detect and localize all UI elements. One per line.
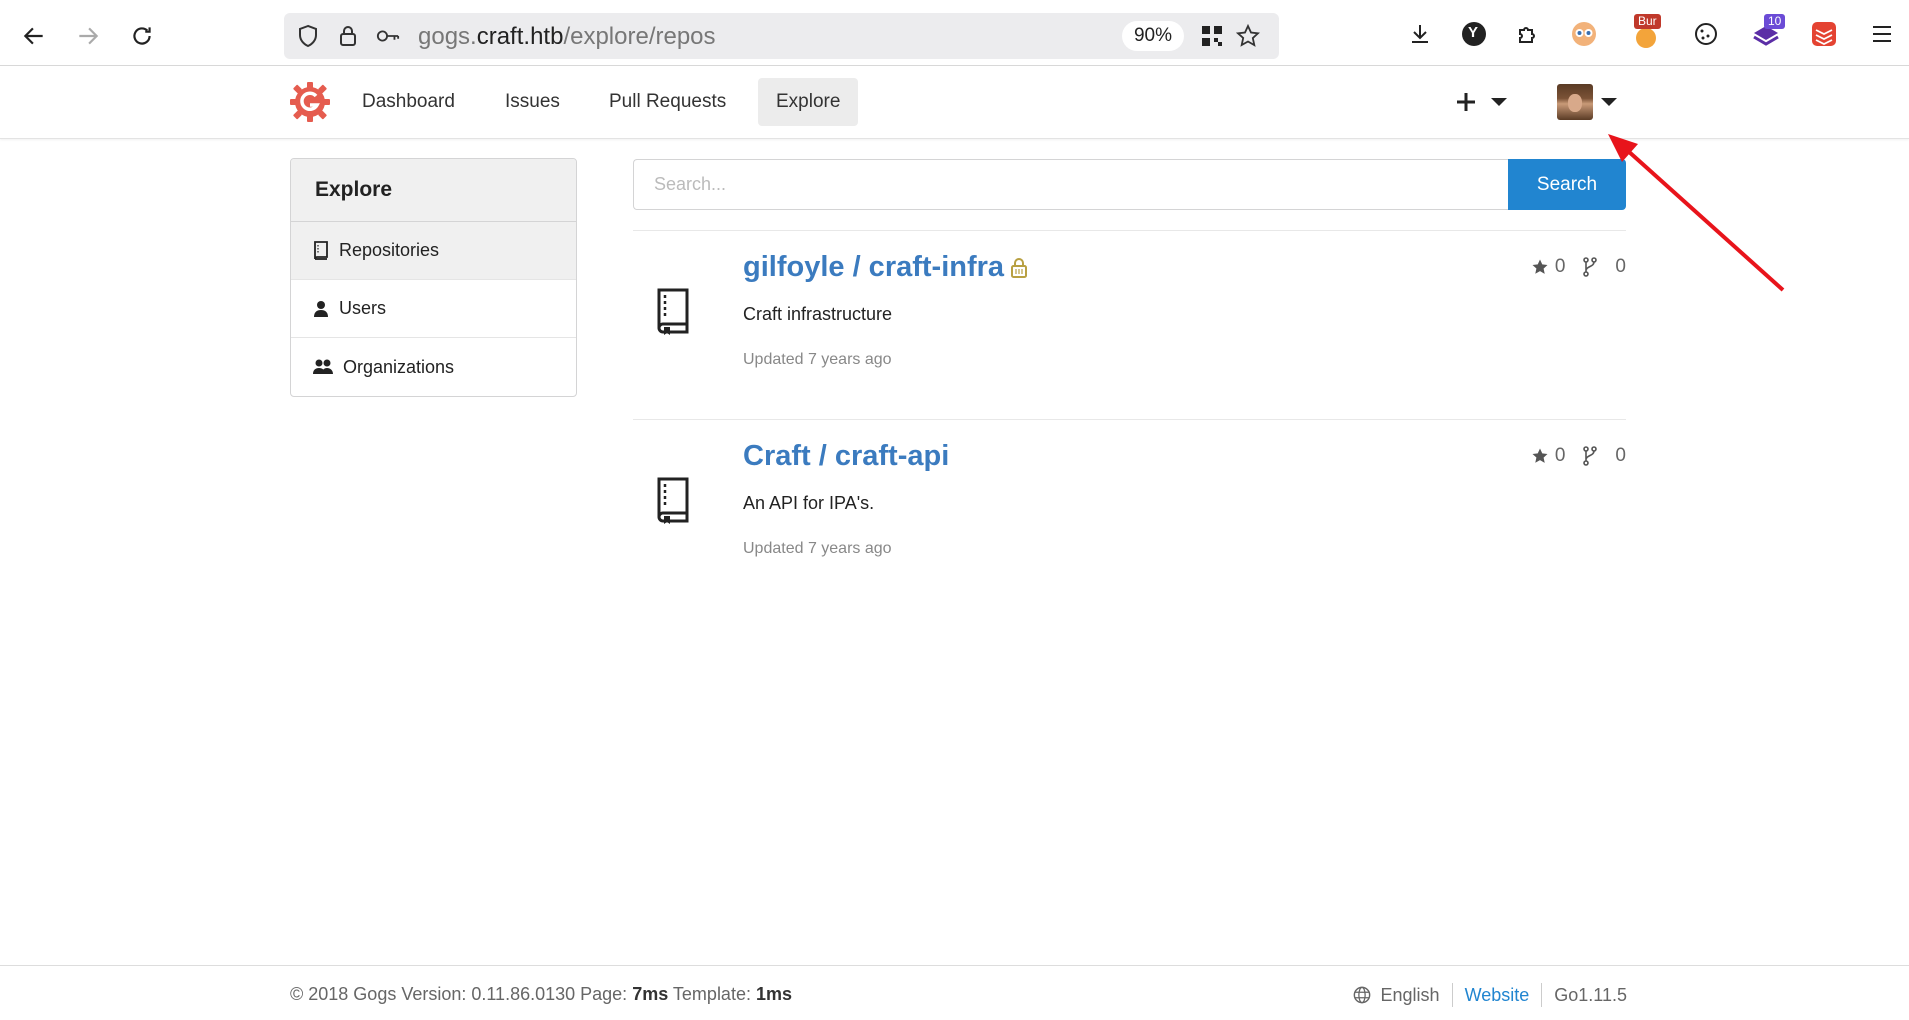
globe-icon — [1353, 986, 1370, 1004]
caret-down-icon — [1601, 98, 1617, 106]
repo-book-icon — [657, 288, 689, 335]
user-profile-dropdown[interactable] — [1557, 84, 1617, 120]
fork-icon — [1583, 446, 1598, 466]
plus-icon — [1457, 93, 1475, 111]
sidebar-item-organizations[interactable]: Organizations — [291, 338, 576, 396]
repo-updated-time: Updated 7 years ago — [743, 351, 892, 368]
repo-description: Craft infrastructure — [743, 304, 893, 324]
avatar — [1557, 84, 1593, 120]
zoom-level-badge[interactable]: 90% — [1122, 21, 1184, 51]
yandex-extension-icon[interactable]: Y — [1458, 18, 1490, 50]
repo-title-link[interactable]: gilfoyle / craft-infra — [743, 251, 1028, 284]
star-icon — [1532, 448, 1548, 463]
back-button[interactable] — [14, 16, 54, 56]
language-selector[interactable]: English — [1353, 985, 1440, 1006]
list-item: Craft / craft-api An API for IPA's. Upda… — [633, 420, 1626, 609]
cookie-icon[interactable] — [1690, 18, 1722, 50]
qr-code-icon[interactable] — [1200, 24, 1224, 48]
star-count: 0 — [1554, 445, 1566, 466]
annotation-arrow — [1608, 134, 1785, 292]
nav-dashboard[interactable]: Dashboard — [344, 78, 473, 126]
sidebar-item-label: Organizations — [343, 356, 455, 377]
repo-book-icon — [657, 477, 689, 524]
star-icon — [1532, 259, 1548, 274]
repo-icon — [314, 240, 328, 260]
key-icon[interactable] — [376, 24, 400, 48]
downloads-icon[interactable] — [1404, 18, 1436, 50]
fork-icon — [1583, 257, 1598, 277]
sidebar-item-label: Repositories — [339, 240, 440, 260]
repository-list: gilfoyle / craft-infra Craft infrastruct… — [633, 230, 1626, 609]
sidebar-item-label: Users — [339, 298, 387, 318]
hamburger-menu-icon[interactable] — [1866, 18, 1898, 50]
repo-title-link[interactable]: Craft / craft-api — [743, 440, 949, 473]
bookmark-star-icon[interactable] — [1236, 24, 1260, 48]
create-new-dropdown[interactable] — [1455, 86, 1507, 118]
go-version: Go1.11.5 — [1554, 984, 1627, 1005]
website-link[interactable]: Website — [1465, 985, 1530, 1006]
repo-description: An API for IPA's. — [743, 493, 875, 513]
owl-extension-icon[interactable] — [1568, 18, 1600, 50]
url-text[interactable]: gogs.craft.htb/explore/repos — [418, 23, 716, 51]
todoist-extension-icon[interactable] — [1808, 18, 1840, 50]
nav-pull-requests[interactable]: Pull Requests — [591, 78, 744, 126]
forward-button[interactable] — [68, 16, 108, 56]
repo-updated-time: Updated 7 years ago — [743, 540, 892, 557]
extensions-puzzle-icon[interactable] — [1512, 18, 1544, 50]
shield-icon[interactable] — [296, 24, 320, 48]
private-lock-icon — [1011, 257, 1028, 278]
url-bar[interactable]: gogs.craft.htb/explore/repos 90% — [284, 13, 1279, 59]
caret-down-icon — [1491, 98, 1507, 106]
arrow-right-icon — [79, 27, 99, 45]
footer-links: English Website Go1.11.5 — [1353, 983, 1627, 1007]
app-header: Dashboard Issues Pull Requests Explore — [0, 66, 1909, 139]
reload-icon — [133, 27, 151, 45]
star-count: 0 — [1554, 256, 1566, 277]
nav-issues[interactable]: Issues — [487, 78, 578, 126]
fork-count: 0 — [1615, 445, 1626, 466]
nav-explore[interactable]: Explore — [758, 78, 859, 126]
list-item: gilfoyle / craft-infra Craft infrastruct… — [633, 231, 1626, 420]
layers-extension-icon[interactable]: 10 — [1750, 14, 1786, 50]
lock-icon[interactable] — [336, 24, 360, 48]
search-input[interactable] — [633, 159, 1509, 210]
page-footer: © 2018 Gogs Version: 0.11.86.0130 Page: … — [0, 965, 1909, 1020]
sidebar-title: Explore — [291, 159, 576, 222]
reload-button[interactable] — [122, 16, 162, 56]
burp-extension-icon[interactable]: Bur — [1630, 14, 1662, 50]
gogs-logo-icon[interactable] — [289, 81, 331, 123]
sidebar-item-users[interactable]: Users — [291, 280, 576, 338]
user-icon — [314, 300, 328, 317]
explore-sidebar: Explore Repositories Users Organizations — [290, 158, 577, 397]
browser-toolbar: gogs.craft.htb/explore/repos 90% Y Bur 1… — [0, 0, 1909, 66]
footer-version-info: © 2018 Gogs Version: 0.11.86.0130 Page: … — [290, 984, 793, 1004]
sidebar-item-repositories[interactable]: Repositories — [291, 222, 576, 280]
organization-icon — [313, 359, 333, 374]
arrow-left-icon — [23, 27, 43, 45]
repo-stats: 0 0 — [1531, 445, 1626, 467]
